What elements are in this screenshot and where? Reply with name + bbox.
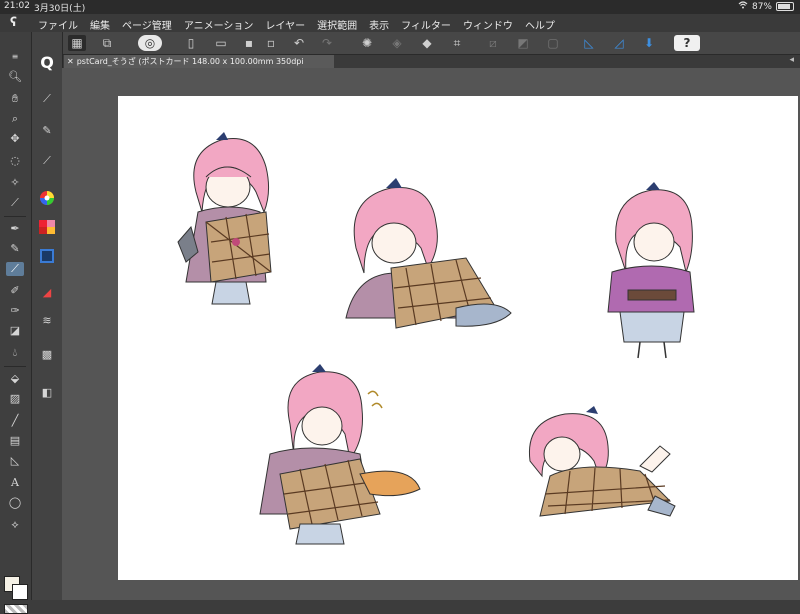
mask-icon[interactable]: ◩ xyxy=(514,35,532,51)
menu-window[interactable]: ウィンドウ xyxy=(463,17,513,32)
menu-filter[interactable]: フィルター xyxy=(401,17,451,32)
square-icon[interactable]: ▢ xyxy=(544,35,562,51)
chibi-character-standing xyxy=(177,132,272,305)
menu-layer[interactable]: レイヤー xyxy=(265,17,305,32)
crop-icon[interactable]: ⌗ xyxy=(448,35,466,51)
status-date: 3月30日(土) xyxy=(34,4,86,14)
balloon-icon[interactable]: ◯ xyxy=(6,496,24,510)
pencil-icon[interactable]: ✎ xyxy=(6,242,24,256)
help-button[interactable]: ? xyxy=(674,35,700,51)
wifi-icon xyxy=(738,1,748,12)
figure-icon[interactable]: ╱ xyxy=(6,414,24,428)
intermediate-color-icon[interactable] xyxy=(38,248,56,263)
ruler-tool-icon[interactable]: ◺ xyxy=(6,454,24,468)
battery-percent: 87% xyxy=(751,1,772,12)
animation-timeline-icon[interactable]: ▩ xyxy=(38,348,56,362)
menu-selection[interactable]: 選択範囲 xyxy=(317,17,357,32)
menu-help[interactable]: ヘルプ xyxy=(525,17,555,32)
loading-spinner-icon[interactable]: ✺ xyxy=(358,35,376,51)
status-right: 87% xyxy=(738,1,794,12)
subtool-settings-icon[interactable]: ✎ xyxy=(38,124,56,138)
export-icon[interactable]: ▫ xyxy=(262,35,280,51)
move-icon[interactable]: ✥ xyxy=(6,132,24,146)
redo-icon[interactable]: ↷ xyxy=(318,35,336,51)
divider xyxy=(4,366,26,367)
menu-animation[interactable]: アニメーション xyxy=(184,17,254,32)
hand-icon[interactable]: ✋︎ xyxy=(6,92,24,106)
image-import-icon[interactable]: ⧉ xyxy=(98,35,116,51)
command-bar: « « ▦ ⧉ ◎ ▯ ▭ ▪ ▫ ↶ ↷ ✺ ◈ ◆ ⌗ ⧄ ◩ ▢ ◺ ◿ … xyxy=(0,32,800,55)
status-time: 21:02 xyxy=(4,1,30,11)
fill-icon[interactable]: ◆ xyxy=(418,35,436,51)
subtool-pencil-icon[interactable]: ⟋ xyxy=(38,154,56,168)
status-bar: 21:02 3月30日(土) 87% xyxy=(0,0,800,14)
background-color-swatch[interactable] xyxy=(12,584,28,600)
transform-icon[interactable]: ◈ xyxy=(388,35,406,51)
correction-icon[interactable]: ⟡ xyxy=(6,518,24,532)
menu-page-management[interactable]: ページ管理 xyxy=(122,17,172,32)
chibi-character-lying xyxy=(528,406,676,517)
undo-icon[interactable]: ↶ xyxy=(290,35,308,51)
slash-box-icon[interactable]: ⧄ xyxy=(484,35,502,51)
menu-bar: ʕ ファイル 編集 ページ管理 アニメーション レイヤー 選択範囲 表示 フィル… xyxy=(0,14,800,32)
chibi-character-arms-crossed xyxy=(607,182,695,359)
eraser-icon[interactable]: ◪ xyxy=(6,324,24,338)
battery-icon xyxy=(776,2,794,11)
close-tab-icon[interactable]: ✕ xyxy=(67,57,74,66)
document-tab-row: ✕ pstCard_そうざ (ポストカード 148.00 x 100.00mm 3… xyxy=(62,55,800,79)
transparent-color-swatch[interactable] xyxy=(4,604,28,614)
chibi-character-sitting xyxy=(345,178,512,329)
subtool-brush-icon[interactable]: ⟋ xyxy=(38,92,56,106)
pin-icon[interactable]: ⬇ xyxy=(640,35,658,51)
blend-icon[interactable]: 💧︎ xyxy=(6,346,24,360)
divider xyxy=(4,216,26,217)
tab-scroll-icon[interactable]: ◂ xyxy=(789,55,794,65)
pen-icon[interactable]: ✒︎ xyxy=(6,222,24,236)
zoom-icon[interactable]: 🔍︎ xyxy=(6,70,24,84)
panel-options-icon[interactable]: ≡ xyxy=(6,50,24,64)
decoration-icon[interactable]: ✑ xyxy=(6,304,24,318)
layer-list-icon[interactable]: ≋ xyxy=(38,314,56,328)
brush-icon[interactable]: ⟋ xyxy=(6,262,24,276)
menu-file[interactable]: ファイル xyxy=(38,17,78,32)
sub-tool-panel: Q ⟋ ✎ ⟋ ◢ ≋ ▩ ◧ xyxy=(32,32,63,600)
menu-edit[interactable]: 編集 xyxy=(90,17,110,32)
text-tool-icon[interactable]: A xyxy=(6,476,24,490)
chibi-character-walking xyxy=(259,364,421,545)
color-wheel-icon[interactable] xyxy=(38,190,56,205)
color-set-icon[interactable] xyxy=(38,220,56,234)
new-file-icon[interactable]: ▯ xyxy=(182,35,200,51)
open-file-icon[interactable]: ▭ xyxy=(212,35,230,51)
frame-border-icon[interactable]: ▤ xyxy=(6,434,24,448)
document-tab[interactable]: ✕ pstCard_そうざ (ポストカード 148.00 x 100.00mm 3… xyxy=(64,55,334,79)
quick-access-grid-icon[interactable]: ▦ xyxy=(68,35,86,51)
fill-bucket-icon[interactable]: ⬙ xyxy=(6,372,24,386)
layer-property-icon[interactable]: ◢ xyxy=(38,286,56,300)
ruler-icon[interactable]: ◺ xyxy=(580,35,598,51)
menu-view[interactable]: 表示 xyxy=(369,17,389,32)
magic-wand-icon[interactable]: ✧ xyxy=(6,176,24,190)
zoom-tool-icon[interactable]: ⌕ xyxy=(6,112,24,126)
quick-access-icon[interactable]: Q xyxy=(38,55,56,71)
ruler-snap-icon[interactable]: ◿ xyxy=(610,35,628,51)
canvas-paper[interactable] xyxy=(118,96,798,580)
airbrush-icon[interactable]: ✐ xyxy=(6,284,24,298)
save-icon[interactable]: ▪ xyxy=(240,35,258,51)
spiral-icon[interactable]: ◎ xyxy=(138,35,162,51)
eyedropper-icon[interactable]: ⟋ xyxy=(6,196,24,210)
tool-panel: ≡ 🔍︎ ✋︎ ⌕ ✥ ◌ ✧ ⟋ ✒︎ ✎ ⟋ ✐ ✑ ◪ 💧︎ ⬙ ▨ ╱ … xyxy=(0,32,32,614)
lasso-icon[interactable]: ◌ xyxy=(6,154,24,168)
navigator-icon[interactable]: ◧ xyxy=(38,386,56,400)
app-logo-icon[interactable]: ʕ xyxy=(10,15,17,29)
gradient-icon[interactable]: ▨ xyxy=(6,392,24,406)
